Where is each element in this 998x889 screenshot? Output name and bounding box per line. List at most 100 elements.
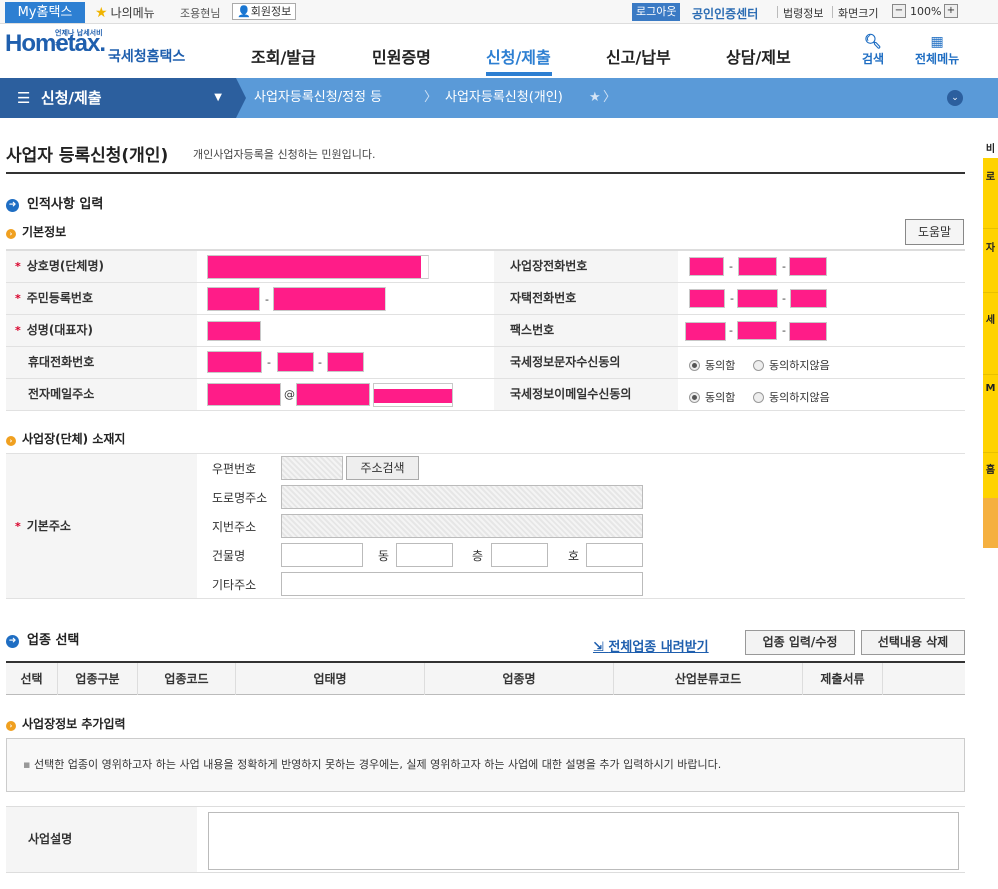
resident-number-2[interactable] bbox=[273, 287, 386, 311]
sms-agree-radio[interactable]: 동의함 bbox=[689, 357, 735, 373]
quick-tab[interactable]: M bbox=[983, 374, 998, 452]
breadcrumb-arrow bbox=[236, 78, 246, 118]
my-hometax-tab[interactable]: My홈택스 bbox=[5, 2, 85, 23]
page-description: 개인사업자등록을 신청하는 민원입니다. bbox=[193, 148, 376, 161]
column-header: 업종코드 bbox=[138, 663, 236, 695]
email-domain[interactable] bbox=[296, 383, 370, 406]
quick-tab[interactable]: 세 bbox=[983, 292, 998, 374]
business-description-textarea[interactable] bbox=[208, 812, 959, 870]
label-text: 상호명(단체명) bbox=[26, 259, 104, 273]
nav-inquiry[interactable]: 조회/발급 bbox=[251, 44, 316, 68]
star-icon: ★ bbox=[95, 5, 108, 21]
mobile-1[interactable] bbox=[207, 351, 262, 373]
section-personal-label: 인적사항 입력 bbox=[27, 197, 104, 212]
label-business-phone: 사업장전화번호 bbox=[494, 251, 678, 282]
table-row: 휴대전화번호 - - 국세정보문자수신동의 동의함 동의하지않음 bbox=[6, 347, 965, 379]
column-header: 업태명 bbox=[236, 663, 425, 695]
radio-icon bbox=[689, 392, 700, 403]
business-phone-2[interactable] bbox=[738, 257, 777, 276]
nav-consult[interactable]: 상담/제보 bbox=[726, 44, 791, 68]
business-description-row: 사업설명 bbox=[6, 806, 965, 873]
arrow-circle-icon: ➜ bbox=[6, 199, 19, 212]
email-id[interactable] bbox=[207, 383, 281, 406]
favorite-star-icon[interactable]: ★ bbox=[589, 78, 601, 118]
download-industry-link[interactable]: ⇲ 전체업종 내려받기 bbox=[593, 636, 709, 655]
my-menu-link[interactable]: ★ 나의메뉴 bbox=[95, 4, 155, 21]
law-info-link[interactable]: 법령정보 bbox=[783, 5, 823, 21]
home-phone-1[interactable] bbox=[689, 289, 725, 308]
sms-disagree-radio[interactable]: 동의하지않음 bbox=[753, 357, 830, 373]
zoom-out-button[interactable]: − bbox=[892, 4, 906, 18]
notice-text: 선택한 업종이 영위하고자 하는 사업 내용을 정확하게 반영하지 못하는 경우… bbox=[33, 758, 722, 771]
at-sign: @ bbox=[284, 388, 295, 401]
label-text: 성명(대표자) bbox=[26, 323, 93, 337]
mobile-3[interactable] bbox=[327, 352, 364, 372]
resident-number-1[interactable] bbox=[207, 287, 260, 311]
hometax-logo[interactable]: 언제나 납세서비스 Hometax. bbox=[5, 29, 106, 72]
breadcrumb-item-current[interactable]: 사업자등록신청(개인) bbox=[445, 78, 563, 118]
dash: - bbox=[267, 356, 271, 369]
screen-size-label: 화면크기 bbox=[838, 7, 879, 20]
delete-selection-button[interactable]: 선택내용 삭제 bbox=[861, 630, 965, 655]
address-search-button[interactable]: 주소검색 bbox=[346, 456, 419, 480]
ho-input[interactable] bbox=[586, 543, 643, 567]
email-disagree-radio[interactable]: 동의하지않음 bbox=[753, 389, 830, 405]
nav-report[interactable]: 신고/납부 bbox=[606, 44, 671, 68]
industry-input-button[interactable]: 업종 입력/수정 bbox=[745, 630, 855, 655]
expand-down-icon[interactable]: ⌄ bbox=[947, 90, 963, 106]
email-domain-select[interactable] bbox=[373, 383, 453, 407]
business-phone-3[interactable] bbox=[789, 257, 827, 276]
dash: - bbox=[265, 293, 269, 306]
radio-icon bbox=[753, 360, 764, 371]
label-text: 주민등록번호 bbox=[26, 291, 94, 305]
breadcrumb-item-register[interactable]: 사업자등록신청/정정 등 bbox=[254, 78, 382, 118]
logout-button[interactable]: 로그아웃 bbox=[632, 3, 681, 21]
home-phone-2[interactable] bbox=[737, 289, 778, 308]
column-header: 산업분류코드 bbox=[614, 663, 803, 695]
label-jibun-address: 지번주소 bbox=[212, 520, 257, 534]
business-phone-1[interactable] bbox=[689, 257, 724, 276]
arrow-circle-icon: › bbox=[6, 436, 16, 446]
subsection-address-title: › 사업장(단체) 소재지 bbox=[6, 430, 125, 447]
quick-tab[interactable]: 홈 bbox=[983, 452, 998, 548]
etc-address-input[interactable] bbox=[281, 572, 643, 596]
label-representative: * 성명(대표자) bbox=[6, 315, 197, 346]
subsection-extra-label: 사업장정보 추가입력 bbox=[22, 717, 126, 731]
dash: - bbox=[782, 260, 786, 273]
quick-tab[interactable]: 자 bbox=[983, 228, 998, 292]
bullet: ▪ bbox=[23, 758, 34, 771]
floor-input[interactable] bbox=[491, 543, 548, 567]
section-personal-title: ➜ 인적사항 입력 bbox=[6, 193, 103, 212]
label-base-address: * 기본주소 bbox=[6, 454, 197, 598]
breadcrumb-main[interactable]: ☰ 신청/제출 ▼ bbox=[0, 78, 236, 118]
all-menu-button[interactable]: ▦ 전체메뉴 bbox=[915, 34, 959, 67]
fax-2[interactable] bbox=[737, 321, 777, 340]
road-address-input bbox=[281, 485, 643, 509]
home-phone-3[interactable] bbox=[790, 289, 827, 308]
fax-1[interactable] bbox=[685, 322, 726, 341]
label-postcode: 우편번호 bbox=[212, 462, 257, 476]
radio-label: 동의하지않음 bbox=[769, 359, 830, 372]
dong-input[interactable] bbox=[396, 543, 453, 567]
nav-certificate[interactable]: 민원증명 bbox=[372, 44, 431, 68]
arrow-circle-icon: › bbox=[6, 721, 16, 731]
label-dong: 동 bbox=[378, 549, 390, 563]
label-text: 기본주소 bbox=[26, 519, 71, 533]
nav-apply[interactable]: 신청/제출 bbox=[486, 44, 551, 68]
member-info-button[interactable]: 👤회원정보 bbox=[232, 3, 297, 20]
radio-label: 동의함 bbox=[705, 391, 736, 404]
top-utility-bar: My홈택스 ★ 나의메뉴 조용현님 👤회원정보 로그아웃 공인인증센터 법령정보 … bbox=[0, 0, 998, 24]
company-name-input[interactable] bbox=[207, 255, 429, 279]
table-row: * 주민등록번호 - 자택전화번호 - - bbox=[6, 283, 965, 315]
email-agree-radio[interactable]: 동의함 bbox=[689, 389, 735, 405]
cert-center-link[interactable]: 공인인증센터 bbox=[692, 5, 758, 22]
help-button[interactable]: 도움말 bbox=[905, 219, 964, 245]
jibun-address-input bbox=[281, 514, 643, 538]
zoom-in-button[interactable]: + bbox=[944, 4, 958, 18]
search-button[interactable]: 🔍︎ 검색 bbox=[862, 34, 884, 67]
subsection-extra-title: › 사업장정보 추가입력 bbox=[6, 715, 126, 732]
mobile-2[interactable] bbox=[277, 352, 314, 372]
building-input[interactable] bbox=[281, 543, 363, 567]
required-mark: * bbox=[15, 260, 21, 273]
fax-3[interactable] bbox=[789, 322, 827, 341]
